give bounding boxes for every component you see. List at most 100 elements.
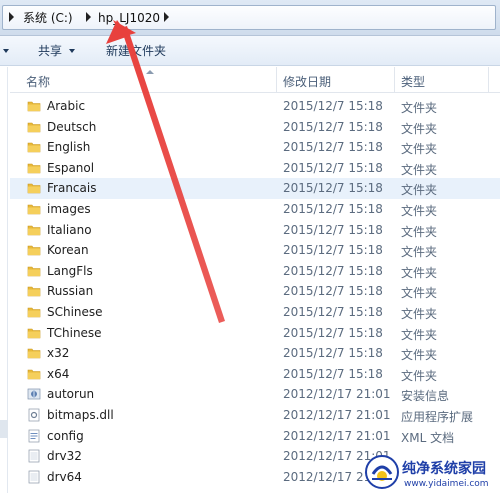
file-name[interactable]: Arabic [47,99,85,113]
breadcrumb-folder[interactable]: hp_LJ1020 [98,10,160,26]
share-button[interactable]: 共享 [38,43,62,59]
column-type-header[interactable]: 类型 [401,73,425,90]
file-type: 文件夹 [401,142,438,157]
file-date: 2015/12/7 15:18 [283,160,383,175]
file-type: 文件夹 [401,183,438,198]
file-row[interactable]: Arabic 2015/12/7 15:18 文件夹 [10,96,500,117]
folder-icon [27,367,41,381]
file-name[interactable]: Russian [47,284,93,298]
file-date: 2015/12/7 15:18 [283,140,383,155]
breadcrumb-arrow-icon[interactable] [86,12,91,22]
file-name[interactable]: x64 [47,367,69,381]
file-name[interactable]: TChinese [47,326,102,340]
file-date: 2012/12/17 21:01 [283,428,391,443]
address-bar: 系统 (C:) hp_LJ1020 [0,0,500,36]
file-row[interactable]: images 2015/12/7 15:18 文件夹 [10,199,500,220]
file-list: Arabic 2015/12/7 15:18 文件夹 Deutsch 2015/12/7… [10,96,500,493]
file-row[interactable]: English 2015/12/7 15:18 文件夹 [10,137,500,158]
file-type: 应用程序扩展 [401,410,474,424]
toolbar: 共享 新建文件夹 [0,36,500,66]
file-type: 文件夹 [401,204,438,218]
file-row[interactable]: Francais 2015/12/7 15:18 文件夹 [10,178,500,199]
column-divider[interactable] [488,67,489,93]
column-divider[interactable] [276,67,277,93]
folder-icon [27,264,41,278]
dll-icon [27,408,41,422]
breadcrumb-arrow-icon[interactable] [9,12,14,22]
file-type: 文件夹 [401,265,438,280]
folder-icon [27,99,41,113]
file-name[interactable]: drv32 [47,449,82,463]
new-folder-button[interactable]: 新建文件夹 [106,43,166,59]
file-name[interactable]: bitmaps.dll [47,408,114,422]
file-name[interactable]: LangFls [47,264,93,278]
file-row[interactable]: Korean 2015/12/7 15:18 文件夹 [10,240,500,261]
folder-icon [27,202,41,216]
file-name[interactable]: Italiano [47,223,92,237]
file-type: 文件夹 [401,245,438,260]
file-name[interactable]: Deutsch [47,120,96,134]
folder-icon [27,284,41,298]
folder-icon [27,140,41,154]
breadcrumb-arrow-icon[interactable] [164,12,169,22]
file-row[interactable]: TChinese 2015/12/7 15:18 文件夹 [10,323,500,344]
file-row[interactable]: Italiano 2015/12/7 15:18 文件夹 [10,220,500,241]
file-name[interactable]: Francais [47,181,96,195]
file-type: 文件夹 [401,121,438,136]
column-name-header[interactable]: 名称 [26,73,50,90]
share-chevron-down-icon[interactable] [69,49,75,53]
file-row[interactable]: Russian 2015/12/7 15:18 文件夹 [10,281,500,302]
organize-chevron-down-icon[interactable] [3,49,9,53]
folder-icon [27,223,41,237]
column-header: 名称 修改日期 类型 [10,67,500,93]
watermark-title: 纯净系统家园 [402,461,486,477]
file-row[interactable]: config 2012/12/17 21:01 XML 文档 [10,426,500,447]
setup-info-icon [27,387,41,401]
folder-icon [27,305,41,319]
file-row[interactable]: x32 2015/12/7 15:18 文件夹 [10,343,500,364]
address-box[interactable]: 系统 (C:) hp_LJ1020 [2,5,496,30]
file-date: 2015/12/7 15:18 [283,263,383,278]
file-row[interactable]: Deutsch 2015/12/7 15:18 文件夹 [10,117,500,138]
file-date: 2015/12/7 15:18 [283,119,383,134]
navigation-pane-scroll[interactable] [0,420,8,438]
file-name[interactable]: autorun [47,387,94,401]
file-date: 2015/12/7 15:18 [283,99,383,113]
file-date: 2012/12/17 21:01 [283,408,391,422]
breadcrumb-drive[interactable]: 系统 (C:) [23,10,73,26]
file-type: 文件夹 [401,348,438,363]
file-name[interactable]: Korean [47,243,89,257]
watermark: 纯净系统家园 www.yidaimei.com [358,452,500,493]
file-row[interactable]: Espanol 2015/12/7 15:18 文件夹 [10,158,500,179]
file-row[interactable]: LangFls 2015/12/7 15:18 文件夹 [10,261,500,282]
file-name[interactable]: SChinese [47,305,103,319]
column-divider[interactable] [394,67,395,93]
file-date: 2015/12/7 15:18 [283,202,383,216]
file-name[interactable]: English [47,140,90,154]
file-date: 2015/12/7 15:18 [283,325,383,340]
file-name[interactable]: drv64 [47,470,82,484]
file-date: 2012/12/17 21:01 [283,387,391,402]
file-name[interactable]: x32 [47,346,69,360]
file-type: 文件夹 [401,368,438,383]
xml-icon [27,429,41,443]
folder-icon [27,243,41,257]
file-row[interactable]: autorun 2012/12/17 21:01 安装信息 [10,384,500,405]
file-row[interactable]: SChinese 2015/12/7 15:18 文件夹 [10,302,500,323]
file-name[interactable]: images [47,202,91,216]
folder-icon [27,120,41,134]
file-name[interactable]: Espanol [47,161,94,175]
file-date: 2015/12/7 15:18 [283,305,383,319]
file-date: 2015/12/7 15:18 [283,284,383,299]
file-date: 2015/12/7 15:18 [283,366,383,381]
file-type: 文件夹 [401,327,438,342]
file-row[interactable]: bitmaps.dll 2012/12/17 21:01 应用程序扩展 [10,405,500,426]
file-name[interactable]: config [47,429,84,443]
file-icon [27,470,41,484]
column-date-header[interactable]: 修改日期 [283,73,331,90]
file-date: 2015/12/7 15:18 [283,346,383,361]
folder-icon [27,346,41,360]
file-type: 文件夹 [401,307,438,321]
file-row[interactable]: x64 2015/12/7 15:18 文件夹 [10,364,500,385]
file-date: 2015/12/7 15:18 [283,222,383,237]
